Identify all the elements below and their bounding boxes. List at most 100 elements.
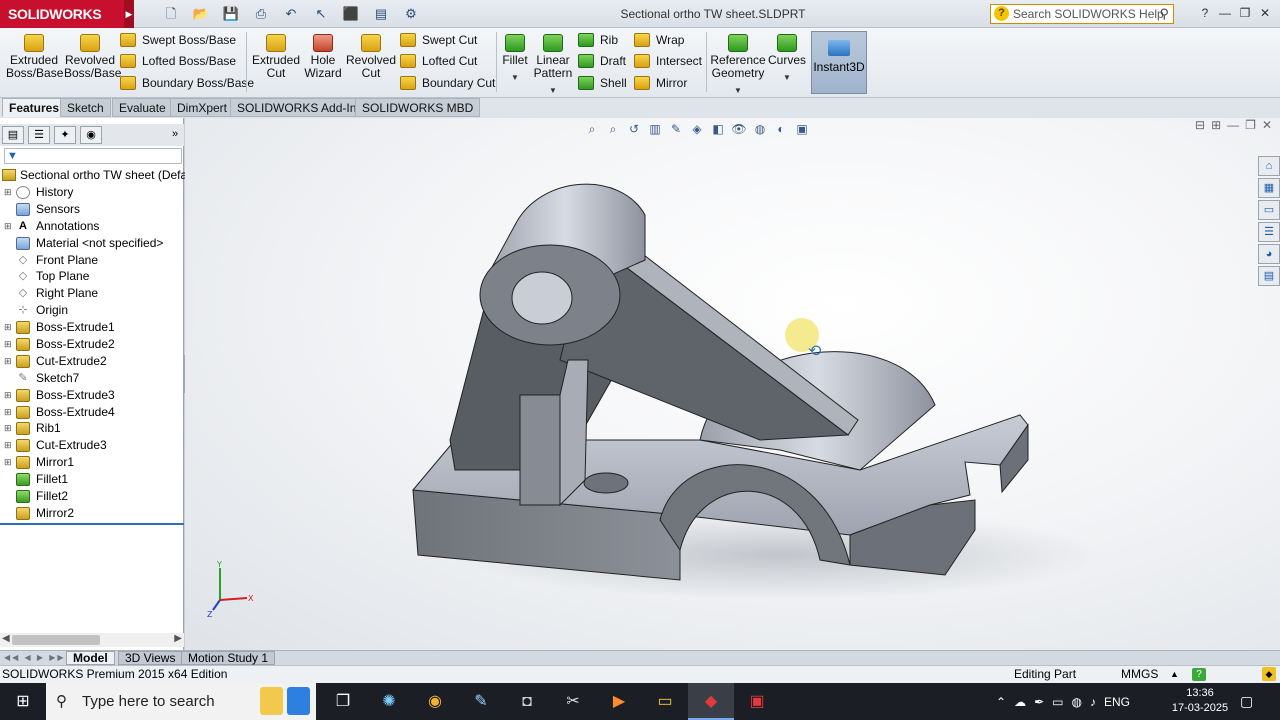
instant3d-button[interactable]: Instant3D [811, 31, 867, 94]
file-explorer-taskbar-icon[interactable]: ▭ [642, 683, 688, 720]
tag-icon[interactable]: ◆ [1262, 667, 1276, 681]
snipping-tool-icon[interactable]: ✂ [550, 683, 596, 720]
revolved-cut-button[interactable]: Revolved Cut [346, 34, 396, 80]
scrollbar-thumb[interactable] [12, 635, 100, 645]
expand-toggle-icon[interactable]: ⊞ [4, 420, 16, 437]
rebuild-icon[interactable]: ⬛ [338, 4, 364, 24]
expand-toggle-icon[interactable]: ⊞ [4, 319, 16, 336]
taskbar-search-box[interactable]: ⚲ Type here to search [46, 683, 316, 720]
mirror-button[interactable]: Mirror [634, 75, 687, 91]
expand-toggle-icon[interactable]: ⊞ [4, 353, 16, 370]
tab-sketch[interactable]: Sketch [60, 98, 111, 117]
undo-icon[interactable]: ↶ [278, 4, 304, 24]
reference-geometry-button[interactable]: Reference Geometry ▼ [710, 34, 766, 97]
unit-system-selector[interactable]: MMGS [1121, 666, 1158, 683]
expand-toggle-icon[interactable]: ⊞ [4, 184, 16, 201]
select-icon[interactable]: ↖ [308, 4, 334, 24]
tree-filter-input[interactable]: ▼ [4, 148, 182, 164]
quick-tips-icon[interactable]: ? [1192, 668, 1206, 681]
tree-item[interactable]: ⊹ Origin [0, 302, 184, 319]
tab-dimxpert[interactable]: DimXpert [170, 98, 235, 117]
pdf-reader-icon[interactable]: ▣ [734, 683, 780, 720]
tree-root-part[interactable]: Sectional ortho TW sheet (Defau [2, 168, 194, 182]
reference-geometry-dropdown-icon[interactable]: ▼ [710, 84, 766, 97]
units-caret-icon[interactable]: ▲ [1170, 666, 1179, 683]
tree-item[interactable]: ⊞ Cut-Extrude3 [0, 437, 184, 454]
tree-item[interactable]: ◇ Front Plane [0, 252, 184, 269]
configuration-manager-tab-icon[interactable]: ✦ [54, 126, 76, 144]
options-icon[interactable]: ⚙ [398, 4, 424, 24]
solidworks-taskbar-icon[interactable]: ◆ [688, 683, 734, 720]
scroll-left-icon[interactable]: ◀ [2, 633, 10, 644]
copilot-icon[interactable]: ✺ [366, 683, 412, 720]
tab-evaluate[interactable]: Evaluate [112, 98, 173, 117]
curves-button[interactable]: Curves ▼ [768, 34, 806, 84]
linear-pattern-dropdown-icon[interactable]: ▼ [532, 84, 574, 97]
tree-item[interactable]: ◇ Right Plane [0, 285, 184, 302]
tree-item[interactable]: Fillet1 [0, 471, 184, 488]
onedrive-icon[interactable]: ☁ [1014, 695, 1026, 709]
fillet-button[interactable]: Fillet ▼ [500, 34, 530, 84]
new-document-icon[interactable]: 🗋 [158, 4, 184, 24]
expand-toggle-icon[interactable]: ⊞ [4, 404, 16, 421]
tree-horizontal-scrollbar[interactable]: ◀ ▶ [0, 633, 184, 647]
property-manager-tab-icon[interactable]: ☰ [28, 126, 50, 144]
lofted-boss-button[interactable]: Lofted Boss/Base [120, 53, 236, 69]
boundary-boss-button[interactable]: Boundary Boss/Base [120, 75, 254, 91]
intersect-button[interactable]: Intersect [634, 53, 702, 69]
media-player-icon[interactable]: ▶ [596, 683, 642, 720]
shell-button[interactable]: Shell [578, 75, 627, 91]
draft-button[interactable]: Draft [578, 53, 626, 69]
close-icon[interactable]: ✕ [1256, 4, 1274, 22]
search-icon[interactable]: ⚲ [1159, 5, 1169, 23]
camera-icon[interactable]: ◘ [504, 683, 550, 720]
tree-item[interactable]: ⊞ Mirror1 [0, 454, 184, 471]
tree-item[interactable]: ⊞ History [0, 184, 184, 201]
display-manager-tab-icon[interactable]: ◉ [80, 126, 102, 144]
swept-boss-button[interactable]: Swept Boss/Base [120, 32, 236, 48]
tab-navigation-arrows-icon[interactable]: ◀◀ ◀ ▶ ▶▶ [4, 653, 66, 662]
tab-motion-study-1[interactable]: Motion Study 1 [181, 651, 276, 665]
part-3d-model[interactable]: ⟲ [185, 118, 1280, 650]
tree-item[interactable]: ◇ Top Plane [0, 268, 184, 285]
tree-item[interactable]: Mirror2 [0, 505, 184, 522]
linear-pattern-button[interactable]: Linear Pattern ▼ [532, 34, 574, 97]
print-icon[interactable]: ⎙ [248, 4, 274, 24]
curves-dropdown-icon[interactable]: ▼ [768, 71, 806, 84]
tree-item[interactable]: Sensors [0, 201, 184, 218]
hole-wizard-button[interactable]: Hole Wizard [300, 34, 346, 80]
show-hidden-icons-icon[interactable]: ⌃ [996, 695, 1006, 709]
help-icon[interactable]: ? [1196, 4, 1214, 22]
logo-menu-arrow-icon[interactable]: ▶ [124, 0, 134, 28]
swept-cut-button[interactable]: Swept Cut [400, 32, 477, 48]
tree-item[interactable]: ⊞ Rib1 [0, 420, 184, 437]
solidworks-logo[interactable]: SOLIDWORKS [0, 0, 124, 28]
tree-item[interactable]: ⊞ A Annotations [0, 218, 184, 235]
tab-solidworks-mbd[interactable]: SOLIDWORKS MBD [355, 98, 481, 117]
tree-item[interactable]: Material <not specified> [0, 235, 184, 252]
paint-icon[interactable]: ✎ [458, 683, 504, 720]
tree-item[interactable]: ✎ Sketch7 [0, 370, 184, 387]
fillet-dropdown-icon[interactable]: ▼ [500, 71, 530, 84]
feature-manager-tab-icon[interactable]: ▤ [2, 126, 24, 144]
open-document-icon[interactable]: 📂 [188, 4, 214, 24]
expand-toggle-icon[interactable]: ⊞ [4, 454, 16, 471]
tab-features[interactable]: Features [2, 98, 67, 117]
task-view-icon[interactable]: ❐ [320, 683, 366, 720]
expand-toggle-icon[interactable]: ⊞ [4, 336, 16, 353]
boundary-cut-button[interactable]: Boundary Cut [400, 75, 495, 91]
tree-item[interactable]: ⊞ Boss-Extrude1 [0, 319, 184, 336]
wrap-button[interactable]: Wrap [634, 32, 684, 48]
pen-icon[interactable]: ✒ [1034, 695, 1044, 709]
tree-item[interactable]: Fillet2 [0, 488, 184, 505]
tab-3d-views[interactable]: 3D Views [118, 651, 183, 665]
expand-toggle-icon[interactable]: ⊞ [4, 218, 16, 235]
volume-icon[interactable]: ♪ [1090, 695, 1096, 709]
chrome-icon[interactable]: ◉ [412, 683, 458, 720]
lofted-cut-button[interactable]: Lofted Cut [400, 53, 477, 69]
scroll-right-icon[interactable]: ▶ [174, 633, 182, 644]
tree-item[interactable]: ⊞ Cut-Extrude2 [0, 353, 184, 370]
graphics-viewport[interactable]: ⌕ ⌕ ↺ ▥ ✎ ◈ ◧ 👁 ◍ ◐ ▣ ⊟ ⊞ — ❐ ✕ ⌂ ▦ ▭ ☰ … [185, 118, 1280, 650]
taskbar-clock[interactable]: 13:36 17-03-2025 [1170, 686, 1230, 716]
revolved-boss-button[interactable]: Revolved Boss/Base [64, 34, 121, 80]
